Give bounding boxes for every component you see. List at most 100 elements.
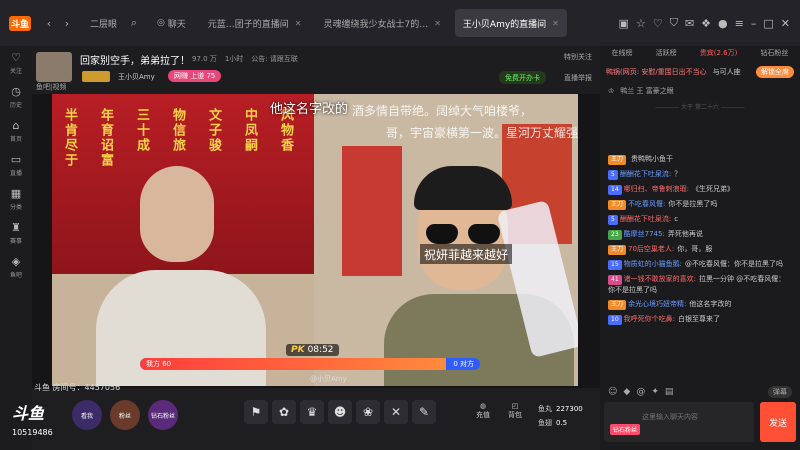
gift-icon[interactable]: ⚑ — [244, 400, 268, 424]
gift-icon[interactable]: ❖ — [701, 17, 711, 30]
pk-timer: PK 08:52 — [286, 344, 339, 356]
room-notice[interactable]: 公告: 请跟互联 — [251, 54, 298, 64]
room-sub-links[interactable]: 鱼吧|视频 — [36, 82, 66, 92]
fan-badge[interactable]: 王刀 — [608, 200, 627, 210]
tab-2[interactable]: 元蓝…团子的直播间 ✕ — [200, 9, 310, 37]
badge-diamond-fans[interactable]: 钻石粉丝 — [148, 400, 178, 430]
tab-online-rank[interactable]: 在线榜 — [612, 48, 633, 60]
free-card-button[interactable]: 免费开办卡 — [499, 71, 546, 84]
chat-input[interactable] — [642, 410, 752, 424]
gift-icon[interactable]: ✕ — [384, 400, 408, 424]
video-icon[interactable]: ▣ — [619, 17, 629, 30]
fire-icon[interactable]: ✦ — [651, 387, 659, 397]
at-icon[interactable]: @ — [636, 387, 645, 397]
chat-username[interactable]: 酬酬花下吐泉流: — [620, 170, 671, 178]
tab-active-rank[interactable]: 活跃榜 — [656, 48, 677, 60]
badge-fans[interactable]: 粉丝 — [110, 400, 140, 430]
minimize-icon[interactable]: – — [751, 17, 757, 30]
gift-icon[interactable]: ✎ — [412, 400, 436, 424]
heart-icon[interactable]: ♡ — [653, 17, 663, 30]
fan-badge[interactable]: 23 — [608, 230, 622, 240]
gift-icon[interactable]: ❀ — [356, 400, 380, 424]
gift-icon[interactable]: ♛ — [300, 400, 324, 424]
message-icon[interactable]: ✉ — [685, 17, 694, 30]
chat-text: 贵鸭鸭小鱼干 — [631, 155, 674, 163]
video-player[interactable]: 半肯尽于 年育诏富 三十成 物信旅 文子骏 中凤嗣 风物香 酒多情自带绝。阔绰大… — [52, 94, 578, 386]
fan-badge[interactable]: 41 — [608, 275, 622, 285]
fan-badge[interactable]: 10 — [608, 315, 622, 325]
chat-messages[interactable]: 王刀 贵鸭鸭小鱼干 5 酬酬花下吐泉流:？ 14 哪归扫、帝鲁刺浪瑕: 《生死兄弟》 王刀 不吃… — [600, 152, 800, 327]
fan-badge[interactable]: 5 — [608, 170, 618, 180]
chat-username[interactable]: 余光心境巧妞帝精: — [628, 300, 686, 308]
close-icon[interactable]: ✕ — [434, 19, 441, 28]
tab-3[interactable]: 灵魂缠绕我少女战士7的… ✕ — [315, 9, 448, 37]
chat-username[interactable]: 诸一钱不敢放家的喜欢: — [624, 275, 696, 283]
chat-username[interactable]: 70后空巢老人: — [628, 245, 674, 253]
maximize-icon[interactable]: □ — [763, 17, 773, 30]
gift-icon[interactable]: ◆ — [623, 387, 630, 397]
chat-message: 王刀 70后空巢老人: 你，哥，服 — [600, 242, 800, 257]
danmaku-toggle[interactable]: 弹幕 — [768, 386, 792, 398]
chat-divider: ———— 大于 第二十六 ———— — [655, 104, 745, 111]
report-button[interactable]: 直播举报 — [564, 73, 592, 83]
chat-username[interactable]: 我呼死你个吃鼻: — [624, 315, 675, 323]
recharge-button[interactable]: ◍ 充值 — [476, 402, 490, 420]
badge-kanwo[interactable]: 看我 — [72, 400, 102, 430]
close-window-icon[interactable]: ✕ — [781, 17, 790, 30]
follow-button[interactable]: 网赚 上道 75 — [168, 70, 222, 82]
tab-diamond-fans[interactable]: 钻石粉丝 — [760, 48, 788, 60]
chat-message: 41 诸一钱不敢放家的喜欢: 拉黑一分钟 @不吃春风偃：你不是拉黑了吗 — [600, 272, 800, 297]
chat-username[interactable]: 酬酬花下吐泉流: — [620, 215, 671, 223]
fan-badge[interactable]: 15 — [608, 260, 622, 270]
back-icon[interactable]: ‹ — [40, 17, 58, 30]
anchor-name[interactable]: 王小贝Amy — [118, 72, 155, 82]
sidebar-item-history[interactable]: ◷ 历史 — [0, 80, 32, 114]
close-icon[interactable]: ✕ — [552, 19, 559, 28]
chat-tabs: 在线榜 活跃榜 贵宾(2.6万) 钻石粉丝 — [600, 46, 800, 60]
forward-icon[interactable]: › — [58, 17, 76, 30]
fan-badge[interactable]: 5 — [608, 215, 618, 225]
send-button[interactable]: 发送 — [760, 402, 796, 442]
special-follow[interactable]: 特别关注 — [564, 52, 592, 62]
close-icon[interactable]: ✕ — [295, 19, 302, 28]
douyu-logo[interactable]: 斗鱼 — [0, 0, 40, 46]
shield-icon[interactable]: ⛉ — [670, 16, 678, 30]
chat-username[interactable]: 哪归扫、帝鲁刺浪瑕: — [624, 185, 689, 193]
tab-0[interactable]: 二层眼 — [82, 9, 125, 37]
sidebar-item-category[interactable]: ▦ 分类 — [0, 182, 32, 216]
fan-badge[interactable]: 王刀 — [608, 245, 627, 255]
chat-username[interactable]: 不吃春风偃: — [628, 200, 665, 208]
chat-message: 王刀 不吃春风偃: 你不是拉黑了吗 — [600, 197, 800, 212]
tab-1[interactable]: ◎ 聊天 — [149, 9, 194, 37]
gift-icon[interactable]: ✿ — [272, 400, 296, 424]
menu-icon[interactable]: ≡ — [735, 17, 744, 30]
top-icons: ▣ ☆ ♡ ⛉ ✉ ❖ ● ≡ – □ ✕ — [619, 16, 800, 30]
star-icon[interactable]: ☆ — [636, 17, 646, 30]
fan-level-tag[interactable]: 钻石粉丝 — [610, 424, 641, 435]
tab-label: 二层眼 — [90, 19, 118, 30]
tab-label: 元蓝…团子的直播间 — [207, 19, 289, 30]
avatar[interactable]: ● — [718, 17, 728, 30]
unlock-button[interactable]: 解锁全席 — [756, 66, 794, 78]
fan-badge[interactable]: 王刀 — [608, 300, 627, 310]
tab-4[interactable]: 王小贝Amy的直播间 ✕ — [454, 9, 567, 37]
gift-icon[interactable]: ☻ — [328, 400, 352, 424]
emoji-icon[interactable]: ☺ — [608, 387, 617, 397]
search-icon[interactable]: ⌕ — [125, 16, 143, 30]
entry-notice: 鸭锅(网页: 安慰/重围日出不当心 与可人座 解锁全席 — [600, 64, 800, 80]
sidebar-item-home[interactable]: ⌂ 首页 — [0, 114, 32, 148]
sidebar-item-follow[interactable]: ♡ 关注 — [0, 46, 32, 80]
sidebar-item-live[interactable]: ▭ 直播 — [0, 148, 32, 182]
image-icon[interactable]: ▤ — [665, 387, 674, 397]
chat-message: 5 酬酬花下吐泉流:？ — [600, 167, 800, 182]
chat-username[interactable]: 物质虹的小猫鱼鹅: — [624, 260, 682, 268]
fan-badge[interactable]: 14 — [608, 185, 622, 195]
sidebar-item-events[interactable]: ♜ 赛事 — [0, 216, 32, 250]
chat-username[interactable]: 酷摩丝7745: — [624, 230, 665, 238]
tab-vip[interactable]: 贵宾(2.6万) — [700, 48, 738, 60]
bag-button[interactable]: ◰ 背包 — [508, 402, 522, 420]
chat-text: 他这名字改的 — [689, 300, 732, 308]
anchor-avatar[interactable] — [36, 52, 72, 82]
sidebar-item-fishbar[interactable]: ◈ 鱼吧 — [0, 250, 32, 284]
fan-badge[interactable]: 王刀 — [608, 155, 627, 165]
